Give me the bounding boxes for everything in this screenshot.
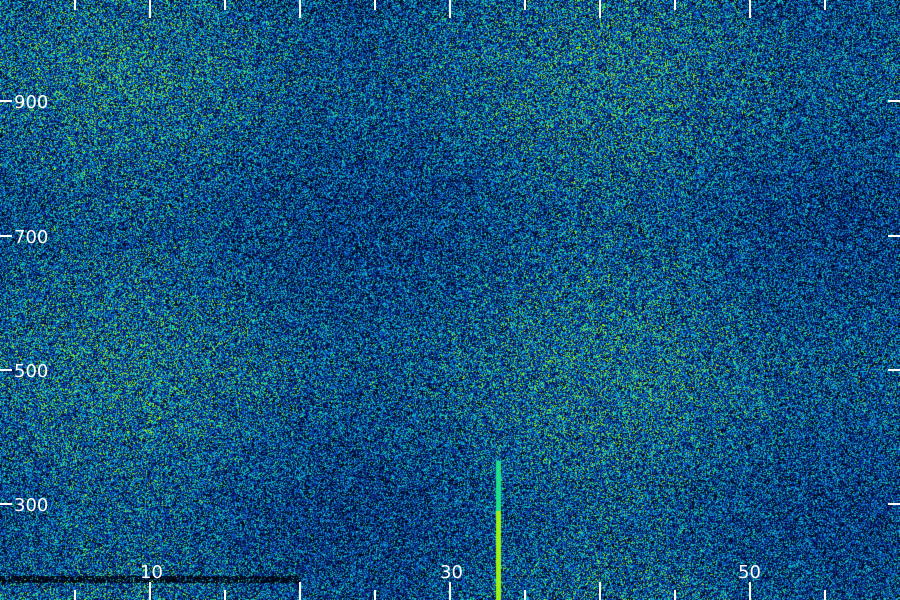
y-axis-label: 700 [14, 227, 48, 248]
spectrogram-frame: 900 700 500 300 10 30 50 [0, 0, 900, 600]
y-axis-label: 300 [14, 495, 48, 516]
x-axis-label: 30 [440, 562, 463, 583]
right-ticks [888, 100, 900, 505]
y-axis-label: 500 [14, 361, 48, 382]
bottom-ticks [74, 582, 826, 600]
top-ticks [74, 0, 826, 18]
x-axis-label: 10 [140, 562, 163, 583]
y-axis-label: 900 [14, 92, 48, 113]
x-axis-label: 50 [738, 562, 761, 583]
left-ticks [0, 100, 12, 505]
axis-overlay: 900 700 500 300 10 30 50 [0, 0, 900, 600]
